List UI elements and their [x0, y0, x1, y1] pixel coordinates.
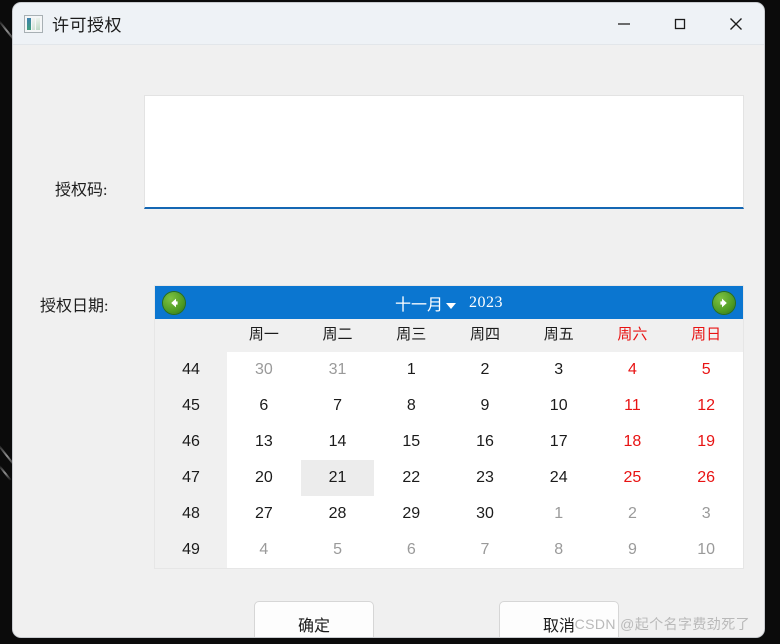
- weekday-header: 周三: [374, 319, 449, 352]
- authorization-code-input[interactable]: [144, 95, 744, 209]
- authorization-date-label: 授权日期:: [40, 298, 109, 315]
- calendar-day[interactable]: 2: [595, 496, 670, 532]
- calendar-day[interactable]: 5: [669, 352, 743, 388]
- app-image-icon: [24, 14, 43, 33]
- calendar-day[interactable]: 10: [669, 532, 743, 568]
- arrow-left-circle-icon: [171, 298, 178, 307]
- minimize-icon: [618, 22, 630, 25]
- license-dialog-window: 许可授权 授权码: 授权日期: 十一月 2023 周一 周二 周三 周四 周五 …: [13, 3, 764, 637]
- next-month-button[interactable]: [713, 291, 735, 314]
- calendar-day[interactable]: 13: [227, 424, 301, 460]
- calendar-day[interactable]: 1: [374, 352, 449, 388]
- title-bar: 许可授权: [13, 3, 764, 45]
- calendar-day[interactable]: 17: [521, 424, 596, 460]
- calendar-day[interactable]: 31: [300, 352, 375, 388]
- ok-button[interactable]: 确定: [254, 601, 374, 637]
- calendar-day[interactable]: 28: [300, 496, 375, 532]
- calendar-day[interactable]: 1: [521, 496, 596, 532]
- maximize-button[interactable]: [652, 3, 708, 44]
- calendar-grid: 周一 周二 周三 周四 周五 周六 周日 44 30 31 1 2 3 4 5 45 6 7 8 9 10 11 12 46 1…: [155, 319, 743, 568]
- screen: 许可授权 授权码: 授权日期: 十一月 2023 周一 周二 周三 周四 周五 …: [0, 0, 780, 644]
- date-picker-calendar: 十一月 2023 周一 周二 周三 周四 周五 周六 周日 44 30 31 1 2 3 4 5 45 6 7 8 9…: [154, 285, 744, 569]
- calendar-day[interactable]: 2: [448, 352, 522, 388]
- month-selector[interactable]: 十一月: [395, 291, 443, 315]
- calendar-day[interactable]: 7: [300, 388, 375, 424]
- calendar-day[interactable]: 7: [448, 532, 522, 568]
- calendar-day[interactable]: 20: [227, 460, 301, 496]
- calendar-day[interactable]: 24: [521, 460, 596, 496]
- calendar-day[interactable]: 18: [595, 424, 670, 460]
- calendar-day[interactable]: 26: [669, 460, 743, 496]
- maximize-icon: [674, 18, 686, 29]
- calendar-day[interactable]: 9: [595, 532, 670, 568]
- calendar-day[interactable]: 8: [521, 532, 596, 568]
- week-number: 46: [155, 424, 227, 460]
- week-number: 44: [155, 352, 227, 388]
- calendar-day[interactable]: 12: [669, 388, 743, 424]
- weekday-header: 周六: [595, 319, 670, 352]
- calendar-day[interactable]: 30: [448, 496, 522, 532]
- backdrop-streak: [0, 465, 12, 481]
- calendar-day[interactable]: 9: [448, 388, 522, 424]
- calendar-day-selected[interactable]: 21: [300, 460, 375, 496]
- cancel-button[interactable]: 取消: [499, 601, 619, 637]
- calendar-title: 十一月 2023: [155, 286, 743, 319]
- window-controls: [596, 3, 764, 44]
- calendar-day[interactable]: 27: [227, 496, 301, 532]
- week-number: 45: [155, 388, 227, 424]
- calendar-day[interactable]: 5: [300, 532, 375, 568]
- calendar-day[interactable]: 4: [595, 352, 670, 388]
- window-title: 许可授权: [52, 16, 122, 35]
- calendar-day[interactable]: 22: [374, 460, 449, 496]
- calendar-day[interactable]: 10: [521, 388, 596, 424]
- weekday-header: 周一: [227, 319, 301, 352]
- minimize-button[interactable]: [596, 3, 652, 44]
- calendar-day[interactable]: 30: [227, 352, 301, 388]
- calendar-header: 十一月 2023: [155, 286, 743, 319]
- calendar-day[interactable]: 11: [595, 388, 670, 424]
- week-number: 49: [155, 532, 227, 568]
- calendar-day[interactable]: 6: [227, 388, 301, 424]
- dialog-body: 授权码: 授权日期: 十一月 2023 周一 周二 周三 周四 周五 周六 周日…: [13, 45, 764, 637]
- calendar-day[interactable]: 15: [374, 424, 449, 460]
- week-number: 48: [155, 496, 227, 532]
- calendar-day[interactable]: 23: [448, 460, 522, 496]
- weekday-header: 周二: [300, 319, 375, 352]
- calendar-day[interactable]: 25: [595, 460, 670, 496]
- chevron-down-icon[interactable]: [446, 303, 456, 309]
- calendar-day[interactable]: 29: [374, 496, 449, 532]
- calendar-day[interactable]: 4: [227, 532, 301, 568]
- close-icon: [730, 17, 742, 30]
- weekday-header: 周四: [448, 319, 522, 352]
- calendar-day[interactable]: 8: [374, 388, 449, 424]
- close-button[interactable]: [708, 3, 764, 44]
- calendar-day[interactable]: 16: [448, 424, 522, 460]
- calendar-day[interactable]: 3: [521, 352, 596, 388]
- calendar-day[interactable]: 3: [669, 496, 743, 532]
- previous-month-button[interactable]: [163, 291, 185, 314]
- weekday-header: 周日: [669, 319, 743, 352]
- week-number: 47: [155, 460, 227, 496]
- weekday-header: 周五: [521, 319, 596, 352]
- calendar-day[interactable]: 19: [669, 424, 743, 460]
- calendar-day[interactable]: 14: [300, 424, 375, 460]
- year-label[interactable]: 2023: [469, 294, 503, 312]
- authorization-code-label: 授权码:: [55, 182, 108, 199]
- calendar-day[interactable]: 6: [374, 532, 449, 568]
- arrow-right-circle-icon: [720, 298, 727, 307]
- week-number-header: [155, 319, 227, 352]
